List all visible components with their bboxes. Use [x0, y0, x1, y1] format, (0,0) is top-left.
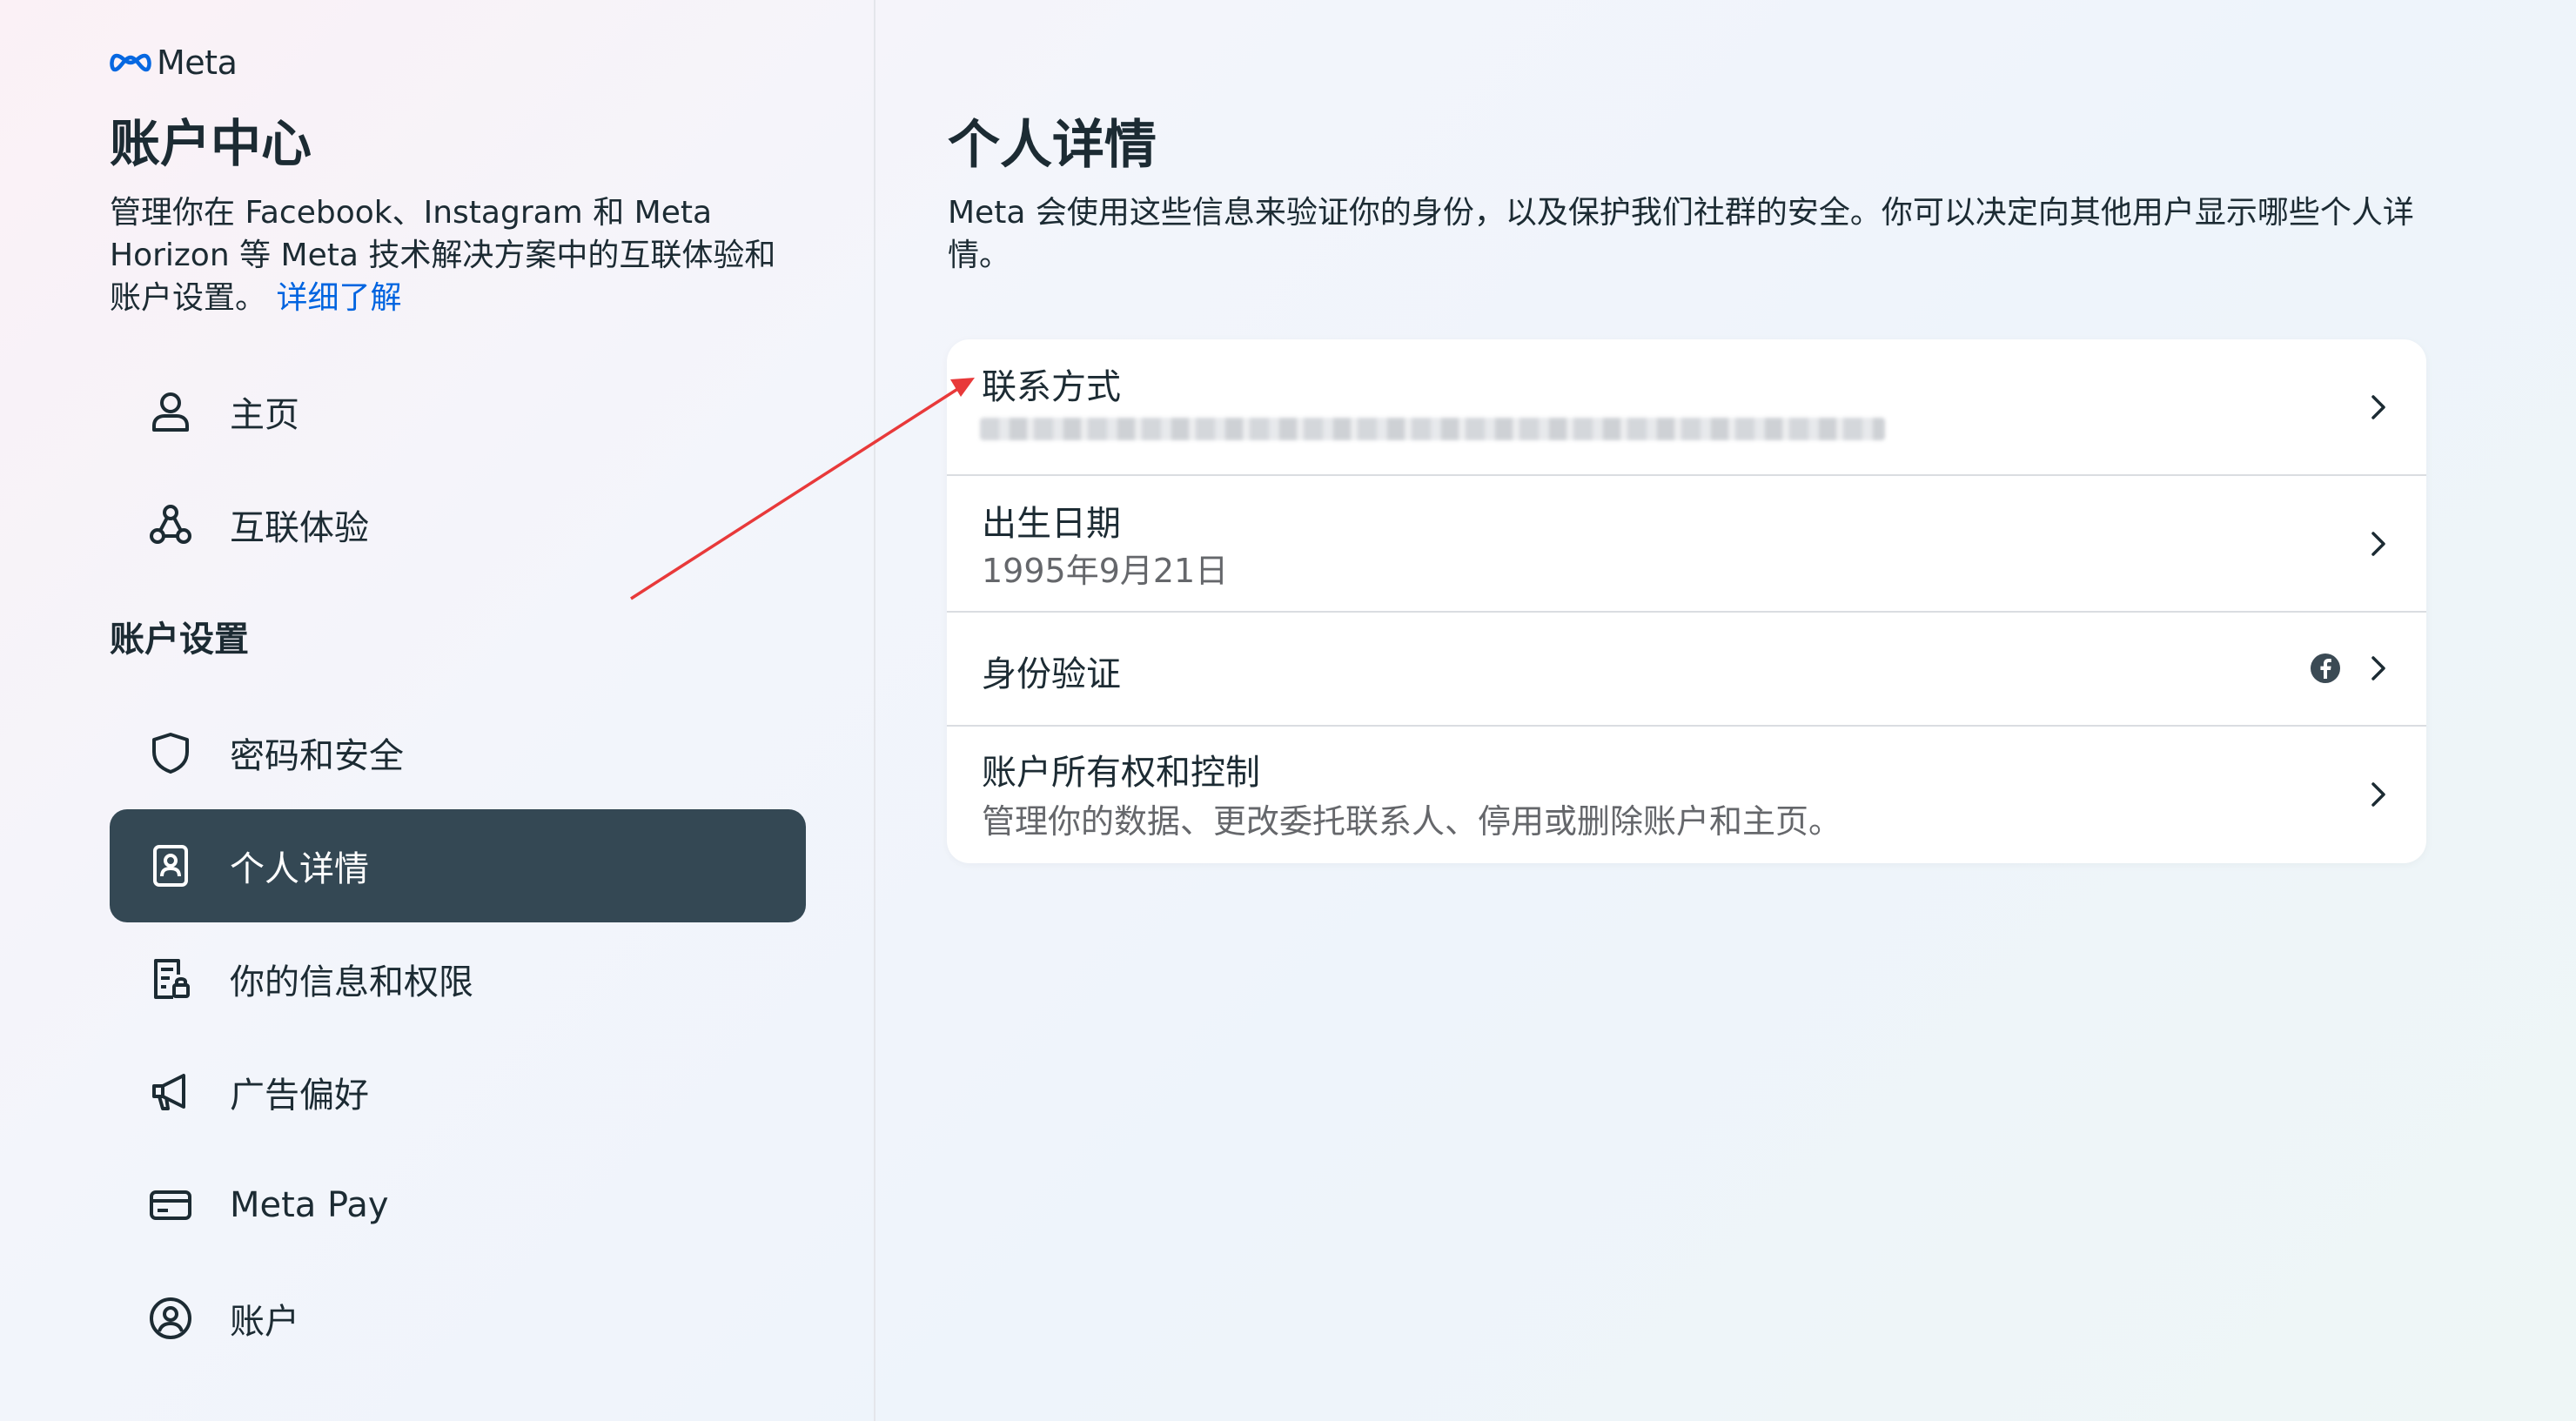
account-settings-heading: 账户设置 — [110, 620, 249, 660]
nav-item-personal-details[interactable]: 个人详情 — [110, 809, 806, 922]
person-icon — [146, 387, 195, 436]
chevron-right-icon — [2371, 656, 2385, 680]
meta-infinity-icon — [110, 53, 151, 72]
nav-item-password-security[interactable]: 密码和安全 — [110, 696, 806, 809]
row-account-ownership[interactable]: 账户所有权和控制 管理你的数据、更改委托联系人、停用或删除账户和主页。 — [947, 727, 2426, 863]
nav-item-label: 密码和安全 — [230, 736, 404, 776]
nav-item-label: 个人详情 — [230, 849, 369, 889]
redacted-contact-value — [980, 418, 1885, 440]
row-title: 出生日期 — [982, 504, 1121, 544]
row-birthday[interactable]: 出生日期 1995年9月21日 — [947, 476, 2426, 612]
nav-item-label: Meta Pay — [230, 1185, 389, 1225]
row-subtitle: 1995年9月21日 — [982, 552, 1229, 590]
account-center-title: 账户中心 — [110, 114, 312, 173]
nav-item-label: 账户 — [230, 1302, 299, 1342]
nav-item-label: 你的信息和权限 — [230, 962, 473, 1002]
chevron-right-icon — [2371, 395, 2385, 419]
learn-more-link[interactable]: 详细了解 — [276, 280, 401, 316]
page-title: 个人详情 — [948, 115, 1157, 176]
document-lock-icon — [146, 955, 195, 1003]
meta-logo[interactable]: Meta — [110, 44, 238, 82]
nav-item-home[interactable]: 主页 — [110, 355, 806, 468]
account-circle-icon — [146, 1294, 195, 1343]
meta-logo-text: Meta — [157, 44, 238, 82]
personal-details-card: 联系方式 出生日期 1995年9月21日 身份验证 账户所有权和控制 管理你的数… — [947, 339, 2426, 863]
row-identity-verification[interactable]: 身份验证 — [947, 613, 2426, 726]
chevron-right-icon — [2371, 782, 2385, 807]
sidebar: Meta 账户中心 管理你在 Facebook、Instagram 和 Meta… — [0, 0, 875, 1421]
nav-item-ad-preferences[interactable]: 广告偏好 — [110, 1036, 806, 1149]
nav-item-connected-experiences[interactable]: 互联体验 — [110, 468, 806, 581]
nav-item-meta-pay[interactable]: Meta Pay — [110, 1149, 806, 1262]
row-title: 联系方式 — [982, 367, 1121, 407]
page-description: Meta 会使用这些信息来验证你的身份，以及保护我们社群的安全。你可以决定向其他… — [948, 195, 2414, 273]
nav-item-label: 广告偏好 — [230, 1076, 369, 1116]
row-contact-info[interactable]: 联系方式 — [947, 339, 2426, 475]
nav-item-label: 主页 — [230, 395, 299, 435]
nav-item-accounts[interactable]: 账户 — [110, 1262, 806, 1375]
nav-item-your-info-permissions[interactable]: 你的信息和权限 — [110, 922, 806, 1036]
facebook-icon — [2311, 654, 2340, 683]
megaphone-icon — [146, 1068, 195, 1116]
nav-item-label: 互联体验 — [230, 508, 369, 548]
row-title: 账户所有权和控制 — [982, 753, 1260, 793]
chevron-right-icon — [2371, 532, 2385, 556]
account-center-description-text: 管理你在 Facebook、Instagram 和 Meta Horizon 等… — [110, 195, 776, 316]
connected-experiences-icon — [146, 500, 195, 549]
id-card-icon — [146, 841, 195, 890]
card-icon — [146, 1181, 195, 1230]
account-center-description: 管理你在 Facebook、Instagram 和 Meta Horizon 等… — [110, 191, 806, 319]
row-subtitle: 管理你的数据、更改委托联系人、停用或删除账户和主页。 — [982, 802, 1842, 841]
row-title: 身份验证 — [982, 654, 1121, 694]
shield-icon — [146, 728, 195, 777]
